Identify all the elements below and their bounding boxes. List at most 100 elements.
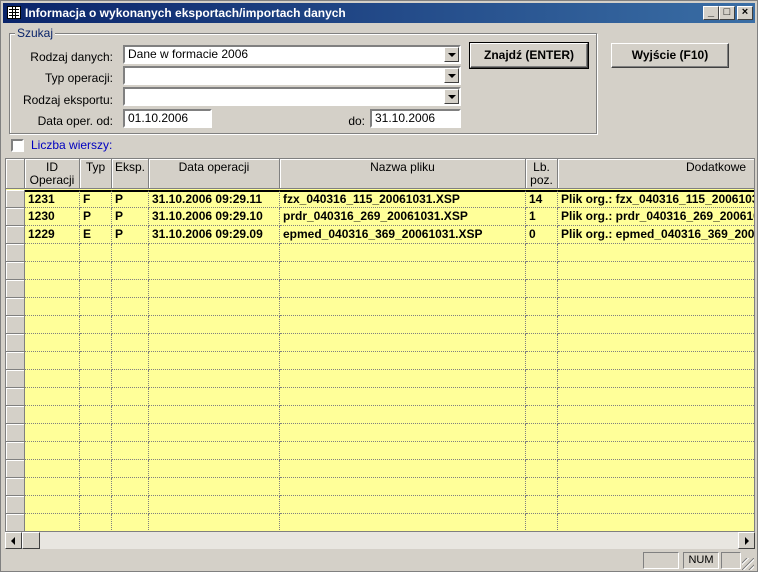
cell-export[interactable]: [112, 316, 149, 334]
row-selector[interactable]: [6, 190, 25, 208]
cell-export[interactable]: [112, 334, 149, 352]
table-row[interactable]: [6, 406, 754, 424]
cell-date[interactable]: [149, 334, 280, 352]
cell-date[interactable]: 31.10.2006 09:29.09: [149, 226, 280, 244]
table-row[interactable]: [6, 262, 754, 280]
cell-id[interactable]: [25, 496, 80, 514]
cell-export[interactable]: P: [112, 208, 149, 226]
cell-filename[interactable]: [280, 298, 526, 316]
cell-date[interactable]: [149, 460, 280, 478]
row-selector[interactable]: [6, 514, 25, 531]
row-selector[interactable]: [6, 280, 25, 298]
cell-id[interactable]: [25, 262, 80, 280]
cell-count[interactable]: [526, 496, 558, 514]
row-selector[interactable]: [6, 388, 25, 406]
cell-export[interactable]: [112, 280, 149, 298]
cell-id[interactable]: [25, 298, 80, 316]
cell-id[interactable]: [25, 442, 80, 460]
cell-id[interactable]: [25, 424, 80, 442]
cell-id[interactable]: 1229: [25, 226, 80, 244]
cell-count[interactable]: [526, 334, 558, 352]
column-header-count[interactable]: Lb. poz.: [526, 159, 558, 189]
cell-export[interactable]: [112, 514, 149, 531]
column-header-type[interactable]: Typ: [80, 159, 112, 189]
table-row[interactable]: 1231 F P 31.10.2006 09:29.11 fzx_040316_115_…: [6, 190, 754, 208]
cell-date[interactable]: [149, 244, 280, 262]
table-row[interactable]: [6, 478, 754, 496]
table-row[interactable]: [6, 316, 754, 334]
cell-additional[interactable]: [558, 514, 754, 531]
table-row[interactable]: 1229 E P 31.10.2006 09:29.09 epmed_040316_36…: [6, 226, 754, 244]
cell-filename[interactable]: [280, 244, 526, 262]
cell-count[interactable]: 1: [526, 208, 558, 226]
cell-export[interactable]: [112, 244, 149, 262]
column-header-filename[interactable]: Nazwa pliku: [280, 159, 526, 189]
cell-additional[interactable]: [558, 280, 754, 298]
cell-type[interactable]: [80, 478, 112, 496]
cell-type[interactable]: [80, 352, 112, 370]
data-type-select[interactable]: Dane w formacie 2006: [123, 45, 461, 64]
cell-additional[interactable]: [558, 496, 754, 514]
cell-filename[interactable]: prdr_040316_269_20061031.XSP: [280, 208, 526, 226]
cell-filename[interactable]: [280, 262, 526, 280]
cell-type[interactable]: [80, 388, 112, 406]
cell-type[interactable]: E: [80, 226, 112, 244]
table-row[interactable]: [6, 370, 754, 388]
cell-filename[interactable]: [280, 478, 526, 496]
cell-export[interactable]: [112, 262, 149, 280]
cell-count[interactable]: [526, 370, 558, 388]
cell-filename[interactable]: [280, 424, 526, 442]
exit-button[interactable]: Wyjście (F10): [611, 43, 729, 68]
cell-export[interactable]: [112, 442, 149, 460]
cell-date[interactable]: [149, 442, 280, 460]
cell-export[interactable]: P: [112, 190, 149, 208]
date-to-input[interactable]: 31.10.2006: [370, 109, 461, 128]
cell-filename[interactable]: [280, 370, 526, 388]
cell-date[interactable]: [149, 316, 280, 334]
cell-count[interactable]: [526, 514, 558, 531]
cell-additional[interactable]: [558, 388, 754, 406]
table-row[interactable]: [6, 298, 754, 316]
find-button[interactable]: Znajdź (ENTER): [469, 42, 589, 69]
cell-additional[interactable]: [558, 460, 754, 478]
table-row[interactable]: [6, 424, 754, 442]
cell-date[interactable]: [149, 496, 280, 514]
cell-filename[interactable]: [280, 496, 526, 514]
table-row[interactable]: [6, 460, 754, 478]
cell-export[interactable]: [112, 406, 149, 424]
cell-type[interactable]: [80, 316, 112, 334]
table-row[interactable]: 1230 P P 31.10.2006 09:29.10 prdr_040316_269…: [6, 208, 754, 226]
cell-type[interactable]: [80, 262, 112, 280]
cell-date[interactable]: [149, 406, 280, 424]
cell-id[interactable]: [25, 352, 80, 370]
cell-date[interactable]: [149, 478, 280, 496]
row-selector[interactable]: [6, 478, 25, 496]
table-row[interactable]: [6, 388, 754, 406]
cell-export[interactable]: [112, 298, 149, 316]
cell-type[interactable]: P: [80, 208, 112, 226]
cell-type[interactable]: [80, 460, 112, 478]
row-count-label[interactable]: Liczba wierszy:: [31, 138, 112, 152]
maximize-button[interactable]: □: [719, 6, 735, 20]
column-header-id[interactable]: ID Operacji: [25, 159, 80, 189]
table-row[interactable]: [6, 496, 754, 514]
cell-type[interactable]: [80, 406, 112, 424]
cell-filename[interactable]: [280, 514, 526, 531]
cell-date[interactable]: [149, 298, 280, 316]
cell-id[interactable]: [25, 514, 80, 531]
row-selector[interactable]: [6, 226, 25, 244]
cell-count[interactable]: [526, 316, 558, 334]
cell-date[interactable]: 31.10.2006 09:29.10: [149, 208, 280, 226]
cell-date[interactable]: [149, 280, 280, 298]
table-row[interactable]: [6, 244, 754, 262]
table-row[interactable]: [6, 334, 754, 352]
export-type-select[interactable]: [123, 87, 461, 106]
cell-filename[interactable]: [280, 460, 526, 478]
row-count-checkbox[interactable]: [11, 139, 24, 152]
cell-type[interactable]: [80, 244, 112, 262]
cell-export[interactable]: [112, 424, 149, 442]
cell-count[interactable]: [526, 352, 558, 370]
cell-filename[interactable]: [280, 334, 526, 352]
cell-date[interactable]: [149, 352, 280, 370]
cell-count[interactable]: [526, 298, 558, 316]
